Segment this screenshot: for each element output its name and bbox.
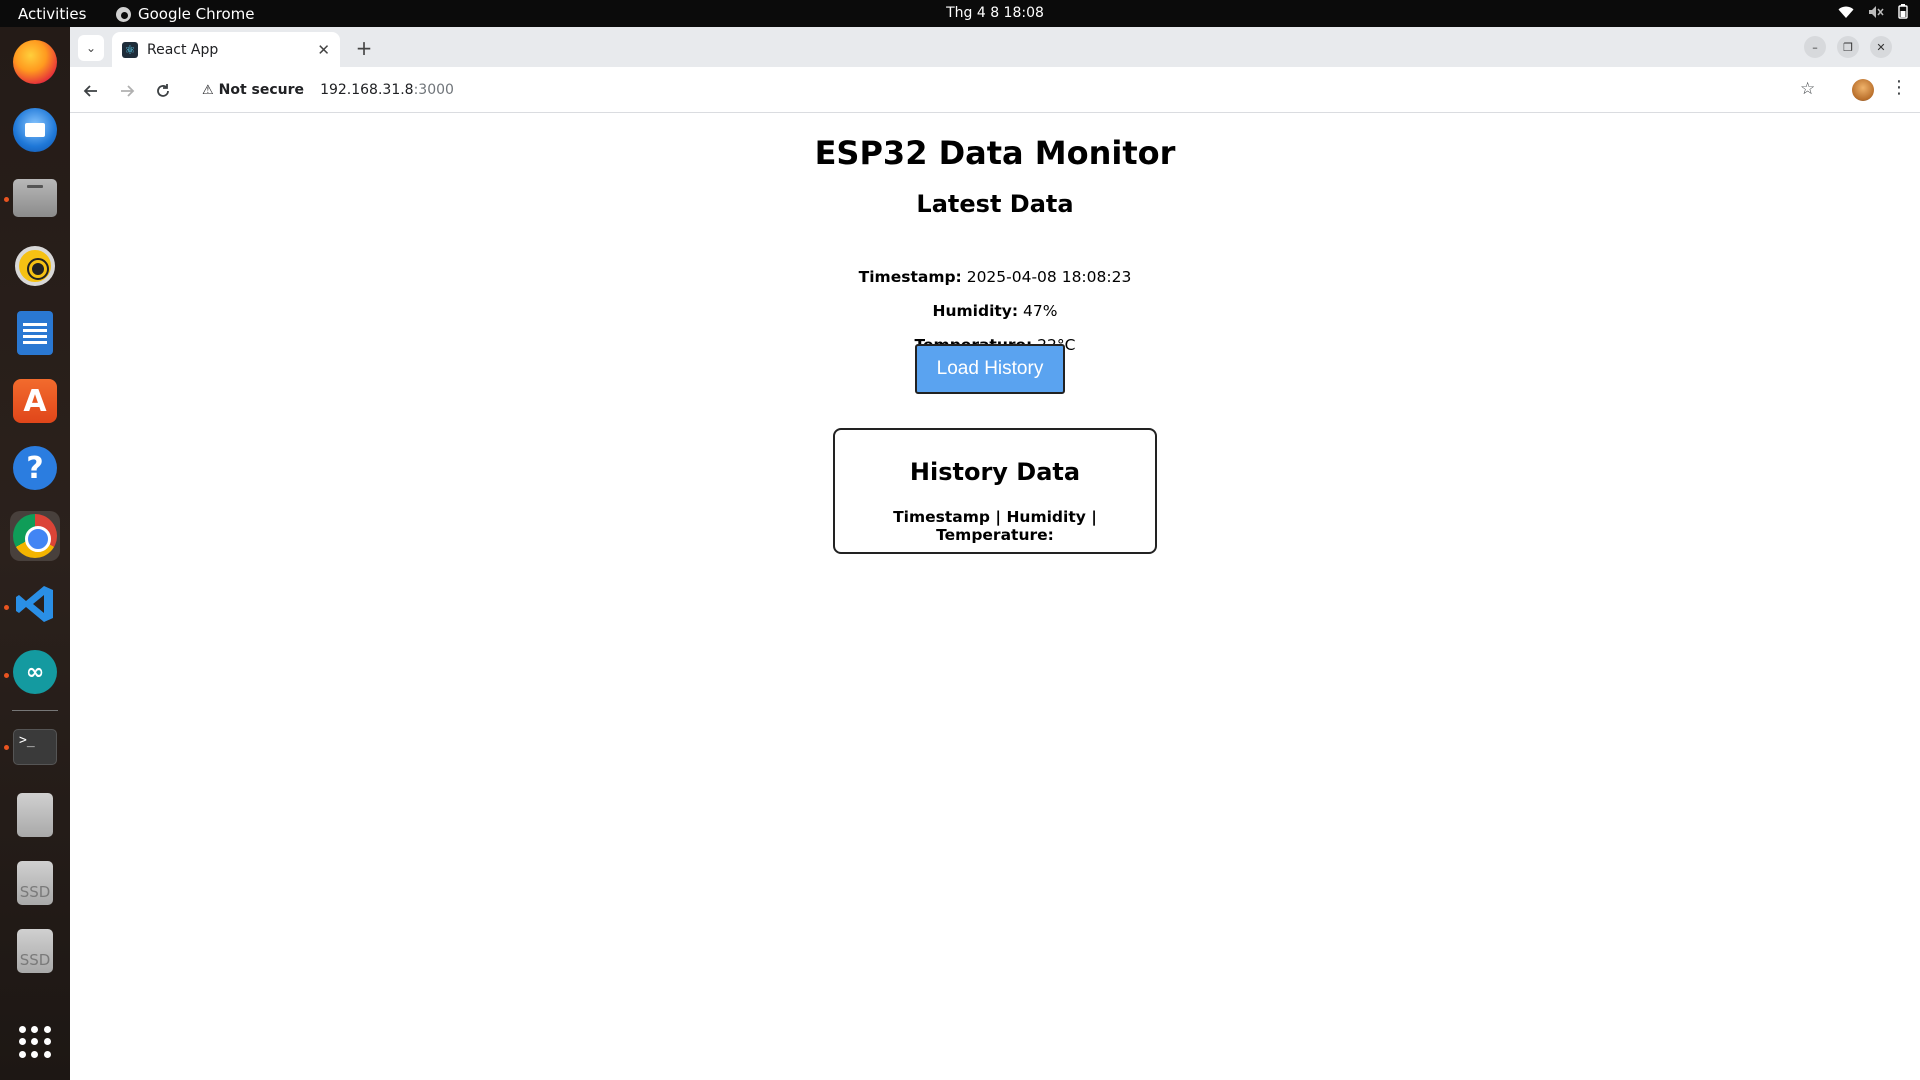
- writer-icon: [17, 311, 53, 355]
- dock-files[interactable]: [10, 173, 60, 223]
- url-host: 192.168.31.8: [320, 82, 414, 98]
- arrow-right-icon: [121, 85, 135, 97]
- dock-help[interactable]: ?: [10, 443, 60, 493]
- page-title: ESP32 Data Monitor: [814, 134, 1176, 172]
- reload-icon: [157, 84, 169, 97]
- warning-icon: ⚠: [202, 82, 214, 98]
- battery-icon: [1898, 4, 1908, 23]
- humidity-value: 47%: [1023, 302, 1058, 320]
- dock-vscode[interactable]: [10, 579, 60, 629]
- history-column-header: Timestamp | Humidity | Temperature:: [893, 508, 1097, 544]
- tab-react-app[interactable]: ⚛ React App ✕: [112, 32, 340, 67]
- forward-button[interactable]: [114, 78, 140, 104]
- dock-chrome[interactable]: [10, 511, 60, 561]
- volume-muted-icon: [1868, 5, 1884, 23]
- wifi-icon: [1838, 5, 1854, 23]
- dock-arduino[interactable]: ∞: [10, 647, 60, 697]
- chrome-window: ⌄ ⚛ React App ✕ + – ❐ ✕ ⚠ Not secure 192…: [70, 27, 1920, 1080]
- timestamp-row: Timestamp: 2025-04-08 18:08:23: [70, 268, 1920, 286]
- close-icon: ✕: [1876, 40, 1886, 54]
- restore-icon: ❐: [1843, 40, 1853, 54]
- page-viewport: ESP32 Data Monitor Latest Data Timestamp…: [70, 114, 1920, 1080]
- terminal-icon: >_: [13, 729, 57, 765]
- humidity-label: Humidity:: [932, 302, 1019, 320]
- thunderbird-icon: [13, 108, 57, 152]
- files-icon: [13, 179, 57, 217]
- dock-app-center[interactable]: A: [10, 376, 60, 426]
- show-apps-button[interactable]: [10, 1017, 60, 1067]
- close-icon[interactable]: ✕: [317, 41, 330, 59]
- humidity-row: Humidity: 47%: [70, 302, 1920, 320]
- history-heading: History Data: [909, 458, 1081, 486]
- plus-icon: +: [355, 36, 373, 60]
- timestamp-value: 2025-04-08 18:08:23: [966, 268, 1132, 286]
- clock[interactable]: Thg 4 8 18:08: [0, 5, 1920, 21]
- latest-data-heading: Latest Data: [916, 190, 1074, 218]
- dock-thunderbird[interactable]: [10, 105, 60, 155]
- timestamp-label: Timestamp:: [858, 268, 962, 286]
- system-tray[interactable]: [1838, 4, 1908, 23]
- running-indicator: [4, 745, 9, 750]
- running-indicator: [4, 197, 9, 202]
- restore-button[interactable]: ❐: [1837, 36, 1859, 58]
- security-label[interactable]: Not secure: [219, 82, 304, 98]
- close-window-button[interactable]: ✕: [1870, 36, 1892, 58]
- browser-toolbar: ⚠ Not secure 192.168.31.8:3000 ☆ ⋮: [70, 67, 1920, 113]
- dock: A ? ∞ >_ SSD SSD: [0, 27, 70, 1080]
- arrow-left-icon: [83, 85, 97, 97]
- app-store-icon: A: [13, 379, 57, 423]
- vscode-icon: [16, 586, 53, 622]
- history-panel: History Data Timestamp | Humidity | Temp…: [833, 428, 1157, 554]
- minimize-button[interactable]: –: [1804, 36, 1826, 58]
- load-history-button[interactable]: Load History: [915, 344, 1065, 394]
- arduino-icon: ∞: [13, 650, 57, 694]
- minimize-icon: –: [1812, 40, 1818, 54]
- dock-firefox[interactable]: [10, 37, 60, 87]
- back-button[interactable]: [78, 78, 104, 104]
- dock-rhythmbox[interactable]: [10, 241, 60, 291]
- dock-drive[interactable]: [10, 790, 60, 840]
- tab-search-button[interactable]: ⌄: [78, 35, 104, 61]
- reload-button[interactable]: [150, 78, 176, 104]
- new-tab-button[interactable]: +: [352, 36, 376, 60]
- running-indicator: [4, 673, 9, 678]
- ssd-icon: SSD: [17, 929, 53, 973]
- dock-writer[interactable]: [10, 308, 60, 358]
- chevron-down-icon: ⌄: [85, 41, 97, 55]
- dock-terminal[interactable]: >_: [10, 722, 60, 772]
- url-port: :3000: [413, 82, 454, 98]
- tab-strip: ⌄ ⚛ React App ✕ + – ❐ ✕: [70, 27, 1920, 67]
- bookmark-star-icon[interactable]: ☆: [1800, 79, 1815, 99]
- dock-ssd-2[interactable]: SSD: [10, 926, 60, 976]
- tab-title: React App: [147, 41, 219, 58]
- drive-icon: [17, 793, 53, 837]
- profile-avatar[interactable]: [1852, 79, 1874, 101]
- firefox-icon: [13, 40, 57, 84]
- help-icon: ?: [13, 446, 57, 490]
- address-bar[interactable]: ⚠ Not secure 192.168.31.8:3000: [190, 73, 1850, 107]
- react-favicon-icon: ⚛: [122, 41, 138, 58]
- more-menu-icon[interactable]: ⋮: [1890, 77, 1908, 98]
- dock-separator: [12, 710, 58, 711]
- chrome-icon: [13, 514, 57, 558]
- system-top-bar: Activities Google Chrome Thg 4 8 18:08: [0, 0, 1920, 27]
- ssd-icon: SSD: [17, 861, 53, 905]
- dock-ssd-1[interactable]: SSD: [10, 858, 60, 908]
- rhythmbox-icon: [15, 246, 55, 286]
- running-indicator: [4, 605, 9, 610]
- app-grid-icon: [19, 1026, 51, 1058]
